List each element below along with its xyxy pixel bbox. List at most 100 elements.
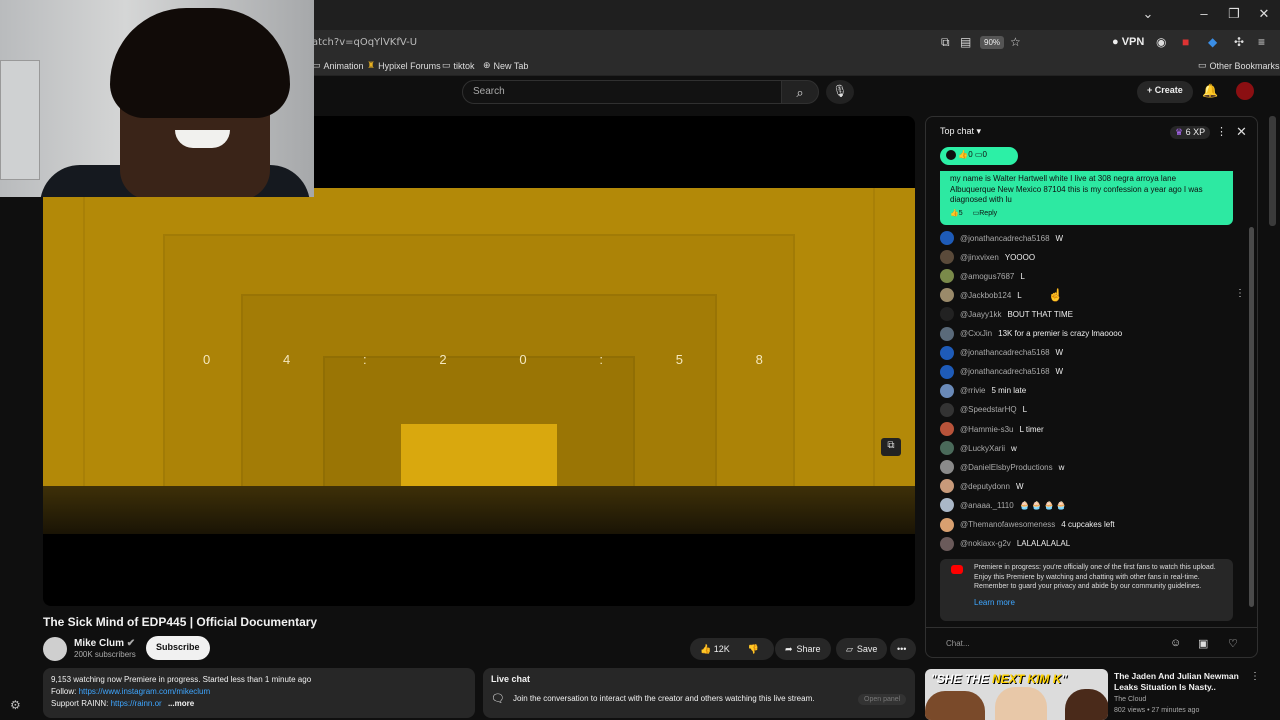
chat-message[interactable]: @nokiaxx-g2v LALALALALAL [940, 536, 1070, 552]
chat-message[interactable]: @Jackbob124 L [940, 287, 1022, 303]
restore-icon[interactable]: ❐ [1224, 6, 1244, 22]
profile-icon[interactable]: ◉ [1156, 35, 1166, 49]
pinned-message[interactable]: my name is Walter Hartwell white I live … [940, 171, 1233, 225]
subscribe-button[interactable]: Subscribe [146, 636, 210, 660]
extensions-puzzle-icon[interactable]: ✣ [1234, 35, 1244, 49]
chat-message[interactable]: @CxxJin 13K for a premier is crazy lmaooo… [940, 326, 1122, 342]
chat-message[interactable]: @SpeedstarHQ L [940, 402, 1027, 418]
chat-author-name[interactable]: @jinxvixen [960, 253, 999, 262]
miniplayer-icon[interactable]: ⧉ [881, 438, 901, 456]
chat-author-avatar[interactable] [940, 326, 954, 341]
pinned-reply-button[interactable]: ▭Reply [973, 209, 998, 220]
chat-message[interactable]: @jonathancadrecha5168 W [940, 364, 1063, 380]
chat-author-name[interactable]: @Themanofawesomeness [960, 520, 1055, 529]
chat-message[interactable]: @amogus7687 L [940, 268, 1025, 284]
chat-author-avatar[interactable] [940, 250, 954, 265]
poll-summary[interactable]: 👍0 ▭0 [940, 147, 1018, 165]
instagram-link[interactable]: https://www.instagram.com/mikeclum [79, 687, 211, 696]
voice-search-button[interactable]: 🎙 [826, 80, 854, 104]
chat-author-name[interactable]: @amogus7687 [960, 272, 1014, 281]
chat-message[interactable]: @anaaa._1110 🧁 🧁 🧁 🧁 [940, 497, 1066, 513]
url-text[interactable]: atch?v=qOqYlVKfV-U [312, 37, 417, 48]
recommended-channel[interactable]: The Cloud [1114, 696, 1146, 703]
search-input[interactable]: Search [462, 80, 782, 104]
zoom-level[interactable]: 90% [980, 36, 1005, 49]
browser-menu-icon[interactable]: ≡ [1258, 35, 1265, 49]
chat-author-name[interactable]: @jonathancadrecha5168 [960, 367, 1050, 376]
share-button[interactable]: ➦ Share [775, 638, 831, 660]
bookmark-hypixel[interactable]: ♜ Hypixel Forums [367, 60, 441, 71]
chat-author-name[interactable]: @DanielElsbyProductions [960, 463, 1053, 472]
bookmark-star-icon[interactable]: ☆ [1010, 35, 1021, 49]
chat-author-name[interactable]: @jonathancadrecha5168 [960, 234, 1050, 243]
chat-message[interactable]: @jonathancadrecha5168 W [940, 230, 1063, 246]
like-button[interactable]: 👍 12K [700, 644, 730, 655]
chat-author-avatar[interactable] [940, 269, 954, 284]
chat-author-avatar[interactable] [940, 402, 954, 417]
create-button[interactable]: + Create [1137, 81, 1193, 103]
chat-author-name[interactable]: @Jaayy1kk [960, 310, 1001, 319]
chat-author-name[interactable]: @jonathancadrecha5168 [960, 348, 1050, 357]
chat-scrollbar[interactable] [1249, 227, 1254, 607]
description-more[interactable]: ...more [168, 699, 194, 708]
gear-icon[interactable]: ⚙ [10, 698, 21, 712]
chat-author-avatar[interactable] [940, 517, 954, 532]
emoji-icon[interactable]: ☺ [1170, 637, 1181, 649]
recommended-thumbnail[interactable]: "SHE THE NEXT KIM K" [925, 669, 1108, 720]
pinned-like-button[interactable]: 👍5 [950, 209, 963, 220]
learn-more-link[interactable]: Learn more [974, 598, 1223, 608]
chat-author-name[interactable]: @LuckyXarii [960, 444, 1005, 453]
chat-message[interactable]: @jinxvixen YOOOO [940, 249, 1035, 265]
heart-icon[interactable]: ♡ [1228, 637, 1238, 650]
chat-author-avatar[interactable] [940, 231, 954, 245]
chat-message[interactable]: @Jaayy1kk BOUT THAT TIME [940, 306, 1073, 322]
dislike-button[interactable]: 👎 [748, 644, 759, 655]
chat-message[interactable]: @DanielElsbyProductions w [940, 459, 1064, 475]
bookmark-animation[interactable]: ▭ Animation [312, 60, 364, 71]
chat-author-name[interactable]: @anaaa._1110 [960, 501, 1014, 510]
chat-author-avatar[interactable] [940, 345, 954, 360]
chat-author-avatar[interactable] [940, 364, 954, 379]
account-avatar[interactable] [1236, 82, 1254, 100]
chat-close-icon[interactable]: ✕ [1236, 124, 1247, 140]
extension-red-icon[interactable]: ■ [1182, 35, 1189, 49]
chat-author-avatar[interactable] [940, 422, 954, 436]
recommended-more-icon[interactable]: ⋮ [1250, 671, 1260, 682]
chat-message[interactable]: @jonathancadrecha5168 W [940, 345, 1063, 361]
chat-author-avatar[interactable] [940, 288, 954, 303]
message-more-icon[interactable]: ⋮ [1235, 288, 1245, 299]
search-button[interactable]: ⌕ [781, 80, 819, 104]
tab-list-chevron-icon[interactable]: ⌄ [1138, 6, 1158, 22]
close-window-icon[interactable]: ✕ [1254, 6, 1274, 22]
chat-author-name[interactable]: @Hammie-s3u [960, 425, 1013, 434]
chat-author-avatar[interactable] [940, 383, 954, 398]
chat-message[interactable]: @Themanofawesomeness 4 cupcakes left [940, 517, 1115, 533]
rainn-link[interactable]: https://rainn.or [111, 699, 162, 708]
xp-badge[interactable]: ♛ 6 XP [1170, 126, 1211, 139]
chat-author-avatar[interactable] [940, 441, 954, 456]
video-description[interactable]: 9,153 watching now Premiere in progress.… [43, 668, 475, 718]
chat-author-name[interactable]: @rrivie [960, 386, 985, 395]
chat-author-avatar[interactable] [940, 536, 954, 551]
channel-name[interactable]: Mike Clum ✔ [74, 638, 135, 649]
page-scrollbar[interactable] [1269, 116, 1276, 226]
chat-input[interactable]: Chat... [938, 634, 1168, 654]
chat-mode-dropdown[interactable]: Top chat ▾ [940, 126, 981, 137]
more-actions-button[interactable]: ••• [890, 638, 916, 660]
reader-icon[interactable]: ▤ [960, 35, 971, 49]
vpn-button[interactable]: ● VPN [1112, 36, 1144, 48]
chat-author-avatar[interactable] [940, 460, 954, 475]
chat-more-icon[interactable]: ⋮ [1216, 125, 1227, 138]
chat-author-avatar[interactable] [940, 498, 954, 513]
chat-message[interactable]: @deputydonn W [940, 478, 1024, 494]
channel-avatar[interactable] [43, 637, 67, 661]
minimize-icon[interactable]: – [1194, 6, 1214, 21]
save-button[interactable]: ▱ Save [836, 638, 888, 660]
chat-author-avatar[interactable] [940, 307, 954, 322]
chat-author-name[interactable]: @Jackbob124 [960, 291, 1011, 300]
super-chat-icon[interactable]: ▣ [1198, 637, 1208, 650]
bookmark-tiktok[interactable]: ▭ tiktok [442, 60, 475, 71]
chat-message[interactable]: @rrivie 5 min late [940, 383, 1026, 399]
chat-author-name[interactable]: @CxxJin [960, 329, 992, 338]
notifications-bell-icon[interactable]: 🔔 [1202, 83, 1218, 99]
